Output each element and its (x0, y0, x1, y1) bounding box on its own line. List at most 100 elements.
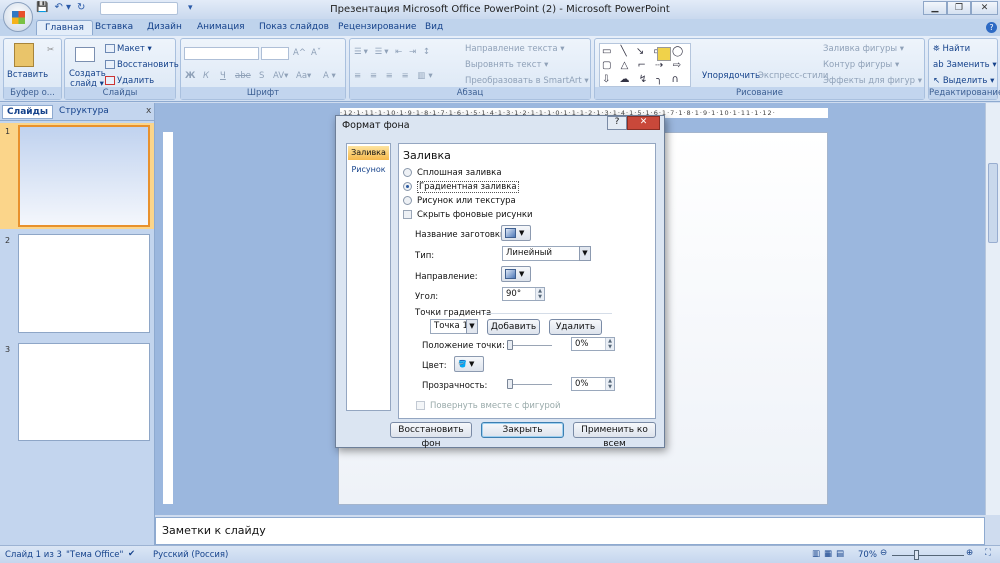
new-slide-icon (75, 47, 95, 62)
preset-dropdown[interactable]: ▼ (501, 225, 531, 241)
tab-insert[interactable]: Вставка (95, 22, 133, 32)
apply-to-all-button[interactable]: Применить ко всем (573, 422, 656, 449)
list-buttons[interactable]: ☰▾ ☰▾ ⇤ ⇥ ↕ (354, 47, 432, 57)
stop-position-slider[interactable] (507, 340, 552, 350)
restore-button[interactable]: ❐ (947, 1, 971, 15)
smartart-button[interactable]: Преобразовать в SmartArt ▾ (465, 76, 589, 86)
select-button[interactable]: ↖ Выделить ▾ (933, 76, 994, 86)
grow-font-button[interactable]: A^ (293, 48, 306, 58)
font-size-combo[interactable] (261, 47, 289, 60)
transparency-input[interactable]: 0% ▲ ▼ (571, 377, 615, 391)
picture-fill-radio[interactable] (403, 196, 412, 205)
underline-button[interactable]: Ч (220, 71, 226, 81)
find-button[interactable]: ⛯ Найти (933, 44, 970, 54)
hide-bg-checkbox[interactable] (403, 210, 412, 219)
close-pane-button[interactable]: x (142, 105, 155, 119)
theme-name[interactable]: "Тема Office" (66, 550, 123, 560)
fit-to-window-icon[interactable]: ⛶ (985, 548, 991, 558)
change-case-button[interactable]: Aa▾ (296, 71, 311, 81)
reset-button[interactable]: Восстановить (105, 60, 179, 70)
close-button[interactable]: ✕ (971, 1, 998, 15)
paste-button[interactable]: Вставить (7, 70, 48, 80)
shape-effects-button[interactable]: Эффекты для фигур ▾ (823, 76, 922, 86)
shapes-gallery[interactable]: ▭ ╲ ↘ ▭ ◯ ▢ △ ⌐ ⇢ ⇨ ⇩ ☁ ↯ ╮ ∩ { } ☆ (599, 43, 691, 99)
language[interactable]: Русский (Россия) (153, 550, 228, 560)
picture-fill-label[interactable]: Рисунок или текстура (417, 196, 516, 206)
dialog-help-button[interactable]: ? (607, 116, 627, 130)
rotate-with-shape-checkbox[interactable] (416, 401, 425, 410)
undo-icon[interactable]: ↶ ▾ (54, 2, 71, 16)
color-picker-button[interactable]: 🪣 ▼ (454, 356, 484, 372)
italic-button[interactable]: К (203, 71, 209, 81)
layout-button[interactable]: Макет ▾ (105, 44, 152, 54)
view-buttons[interactable]: ▥▦▤ (812, 549, 848, 559)
delete-slide-button[interactable]: Удалить (105, 76, 154, 86)
gradient-fill-radio[interactable] (403, 182, 412, 191)
scrollbar-thumb[interactable] (988, 163, 998, 243)
tab-slideshow[interactable]: Показ слайдов (259, 22, 329, 32)
zoom-slider[interactable] (892, 550, 964, 560)
nav-picture[interactable]: Рисунок (348, 165, 389, 174)
tab-animation[interactable]: Анимация (197, 22, 245, 32)
spellcheck-icon[interactable]: ✔ (128, 549, 135, 559)
slide-thumbnail-2[interactable] (18, 234, 150, 333)
add-stop-button[interactable]: Добавить (487, 319, 540, 335)
replace-button[interactable]: ab Заменить ▾ (933, 60, 997, 70)
gradient-fill-label[interactable]: Градиентная заливка (417, 181, 519, 193)
font-name-combo[interactable] (184, 47, 259, 60)
stop-position-input[interactable]: 0% ▲ ▼ (571, 337, 615, 351)
zoom-level[interactable]: 70% (858, 550, 877, 560)
stop-select[interactable]: Точка 1 ▼ (430, 319, 478, 334)
solid-fill-label[interactable]: Сплошная заливка (417, 168, 502, 178)
notes-pane[interactable]: Заметки к слайду (155, 517, 985, 545)
char-spacing-button[interactable]: AV▾ (273, 71, 288, 81)
cut-icon[interactable]: ✂ (47, 45, 54, 55)
strikethrough-button[interactable]: abe (235, 71, 251, 81)
nav-fill[interactable]: Заливка (348, 146, 389, 160)
tab-slides[interactable]: Слайды (2, 105, 53, 119)
tab-view[interactable]: Вид (425, 22, 443, 32)
solid-fill-radio[interactable] (403, 168, 412, 177)
tab-home[interactable]: Главная (36, 20, 93, 35)
save-icon[interactable]: 💾 (36, 2, 48, 16)
dialog-close-button[interactable]: ✕ (627, 116, 660, 130)
tab-review[interactable]: Рецензирование (338, 22, 416, 32)
direction-dropdown[interactable]: ▼ (501, 266, 531, 282)
customize-qat-icon[interactable]: ▾ (188, 3, 193, 13)
status-bar: Слайд 1 из 3 "Тема Office" ✔ Русский (Ро… (0, 545, 1000, 563)
qat-dropdown[interactable] (100, 2, 178, 15)
reset-background-button[interactable]: Восстановить фон (390, 422, 472, 449)
slide-thumbnail-3[interactable] (18, 343, 150, 441)
shrink-font-button[interactable]: Aˇ (311, 48, 321, 58)
dialog-panel: Заливка Сплошная заливка Градиентная зал… (398, 143, 656, 419)
remove-stop-button[interactable]: Удалить (549, 319, 602, 335)
shape-fill-button[interactable]: Заливка фигуры ▾ (823, 44, 904, 54)
close-dialog-button[interactable]: Закрыть (481, 422, 564, 438)
vertical-scrollbar[interactable] (985, 103, 1000, 515)
vertical-ruler (163, 132, 173, 504)
shadow-button[interactable]: S (259, 71, 264, 81)
zoom-out-icon[interactable]: ⊖ (880, 548, 887, 558)
chevron-down-icon: ▼ (466, 319, 478, 334)
shape-outline-button[interactable]: Контур фигуры ▾ (823, 60, 899, 70)
align-text-button[interactable]: Выровнять текст ▾ (465, 60, 548, 70)
angle-input[interactable]: 90° ▲ ▼ (502, 287, 545, 301)
transparency-slider[interactable] (507, 379, 552, 389)
office-button[interactable] (3, 2, 33, 32)
text-direction-button[interactable]: Направление текста ▾ (465, 44, 565, 54)
tab-outline[interactable]: Структура (55, 105, 113, 119)
bold-button[interactable]: Ж (185, 71, 195, 81)
ribbon-tabs: Главная Вставка Дизайн Анимация Показ сл… (0, 19, 1000, 36)
help-icon[interactable]: ? (986, 22, 997, 33)
align-buttons[interactable]: ≡ ≡ ≡ ≡ ▥▾ (354, 71, 436, 81)
redo-icon[interactable]: ↻ (77, 2, 85, 16)
quick-styles-button[interactable]: Экспресс-стили (758, 71, 828, 81)
type-select[interactable]: Линейный ▼ (502, 246, 591, 261)
minimize-button[interactable]: ▁ (923, 1, 947, 15)
new-slide-button[interactable]: Создать слайд ▾ (69, 69, 106, 89)
slide-thumbnail-1[interactable] (18, 125, 150, 227)
zoom-in-icon[interactable]: ⊕ (966, 548, 973, 558)
arrange-button[interactable]: Упорядочить (702, 71, 760, 81)
font-color-button[interactable]: A ▾ (323, 71, 336, 81)
tab-design[interactable]: Дизайн (147, 22, 182, 32)
